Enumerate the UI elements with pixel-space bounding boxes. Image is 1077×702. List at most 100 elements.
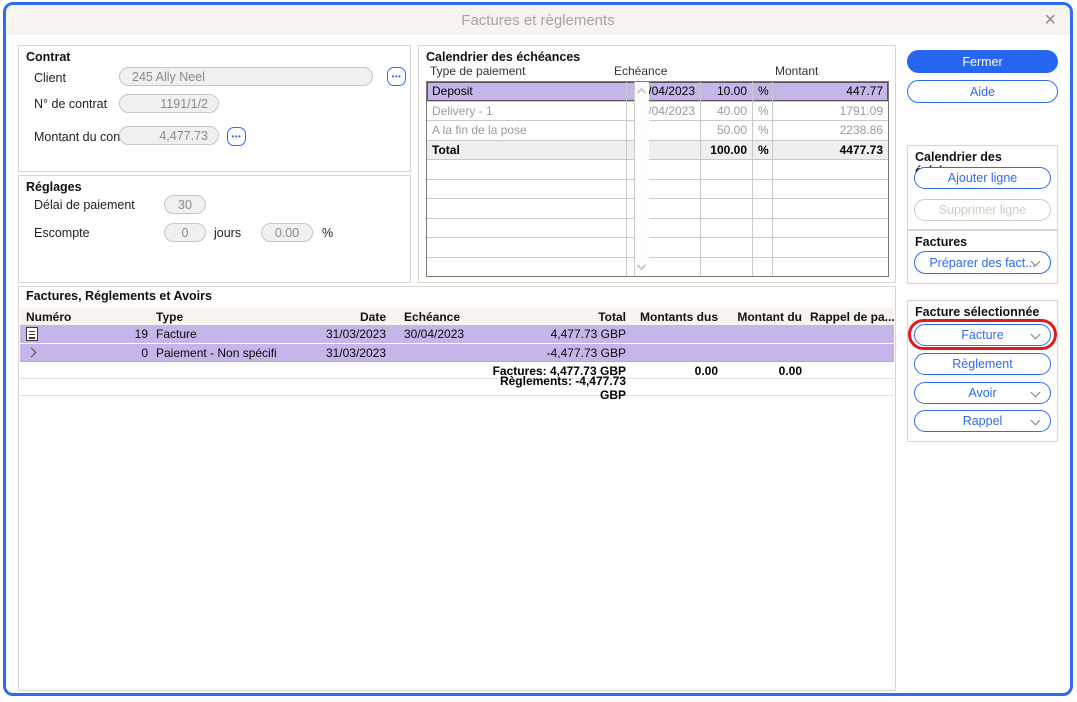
schedule-empty-row[interactable] <box>427 160 888 180</box>
cell-pct[interactable]: 10.00 <box>701 82 753 101</box>
discount-days-field[interactable]: 0 <box>164 223 206 242</box>
schedule-column-headers: Type de paiement Echéance Montant <box>426 64 888 79</box>
cell-type: Facture <box>148 327 276 341</box>
reglements-summary-total: Règlements: -4,477.73 GBP <box>486 374 626 402</box>
settings-section-title: Réglages <box>26 180 82 194</box>
selected-invoice-title: Facture sélectionnée <box>915 305 1039 319</box>
titlebar: Factures et règlements × <box>6 5 1070 35</box>
discount-pct-field[interactable]: 0.00 <box>261 223 313 242</box>
col-montants-dus: Montants dus <box>626 310 718 324</box>
facture-button[interactable]: Facture <box>914 324 1051 346</box>
chevron-down-icon <box>1031 416 1041 426</box>
invoices-header-row: Numéro Type Date Echéance Total Montants… <box>20 308 894 325</box>
fermer-button[interactable]: Fermer <box>907 50 1058 73</box>
invoice-row-facture[interactable]: 19 Facture 31/03/2023 30/04/2023 4,477.7… <box>20 325 894 343</box>
cell-pct[interactable]: 50.00 <box>701 121 753 140</box>
cell-sign: % <box>753 102 773 121</box>
cell-sign: % <box>753 82 773 101</box>
factures-summary-dus: 0.00 <box>626 364 718 378</box>
avoir-button[interactable]: Avoir <box>914 382 1051 404</box>
cell-numero: 19 <box>50 327 148 341</box>
dialog-title: Factures et règlements <box>461 12 614 29</box>
schedule-empty-row[interactable] <box>427 238 888 258</box>
ellipsis-icon: ••• <box>392 72 402 81</box>
cell-amount: 4477.73 <box>773 141 888 160</box>
col-numero: Numéro <box>26 310 148 324</box>
cell-amount[interactable]: 1791.09 <box>773 102 888 121</box>
cell-type[interactable]: Delivery - 1 <box>427 102 627 121</box>
ajouter-ligne-button[interactable]: Ajouter ligne <box>914 167 1051 189</box>
schedule-col-amount: Montant <box>775 64 818 78</box>
cell-pct[interactable]: 40.00 <box>701 102 753 121</box>
schedule-empty-row[interactable] <box>427 258 888 278</box>
close-icon[interactable]: × <box>1044 7 1056 33</box>
schedule-empty-row[interactable] <box>427 219 888 239</box>
contract-no-label: N° de contrat <box>34 97 107 111</box>
percent-label: % <box>322 226 333 240</box>
cell-type[interactable]: Deposit <box>427 82 627 101</box>
invoices-actions-title: Factures <box>915 235 967 249</box>
scroll-down-icon[interactable] <box>637 261 647 271</box>
col-echeance: Echéance <box>386 310 486 324</box>
invoice-row-paiement[interactable]: 0 Paiement - Non spécifié 31/03/2023 -4,… <box>20 344 894 362</box>
supprimer-ligne-button[interactable]: Supprimer ligne <box>914 199 1051 221</box>
client-label: Client <box>34 71 66 85</box>
cell-total: -4,477.73 GBP <box>486 346 626 360</box>
factures-et-reglements-dialog: Factures et règlements × Contrat Client … <box>3 2 1073 696</box>
client-field[interactable]: 245 Ally Neel <box>119 67 373 86</box>
aide-button[interactable]: Aide <box>907 80 1058 103</box>
schedule-section-title: Calendrier des échéances <box>426 50 580 64</box>
days-label: jours <box>214 226 241 240</box>
cell-sign: % <box>753 141 773 160</box>
cell-sign: % <box>753 121 773 140</box>
col-date: Date <box>276 310 386 324</box>
schedule-empty-row[interactable] <box>427 180 888 200</box>
factures-summary-du: 0.00 <box>718 364 802 378</box>
rappel-button[interactable]: Rappel <box>914 410 1051 432</box>
chevron-down-icon <box>1031 330 1041 340</box>
contract-amount-field[interactable]: 4,477.73 <box>119 126 219 145</box>
col-montant-du: Montant du <box>718 310 802 324</box>
chevron-right-icon <box>27 348 37 358</box>
cell-type: Paiement - Non spécifié <box>148 346 276 360</box>
cell-echeance: 30/04/2023 <box>386 327 486 341</box>
schedule-row-deposit[interactable]: Deposit 30/04/2023 10.00 % 447.77 <box>427 82 888 102</box>
reglement-button[interactable]: Règlement <box>914 353 1051 375</box>
invoices-groupbox: Factures, Réglements et Avoirs Numéro Ty… <box>18 286 896 691</box>
scroll-up-icon[interactable] <box>637 88 647 98</box>
payment-delay-field[interactable]: 30 <box>164 195 206 214</box>
cell-date: 31/03/2023 <box>276 346 386 360</box>
schedule-col-type: Type de paiement <box>430 64 525 78</box>
preparer-factures-button[interactable]: Préparer des fact... <box>914 251 1051 274</box>
invoice-document-icon <box>26 327 38 341</box>
cell-type[interactable]: A la fin de la pose <box>427 121 627 140</box>
reglements-summary-row: Règlements: -4,477.73 GBP <box>20 380 894 396</box>
amount-lookup-button[interactable]: ••• <box>227 127 246 146</box>
schedule-col-due: Echéance <box>614 64 667 78</box>
invoices-section-title: Factures, Réglements et Avoirs <box>26 289 212 303</box>
schedule-row-total: Total 100.00 % 4477.73 <box>427 141 888 161</box>
contract-amount-label: Montant du con... <box>34 130 131 144</box>
contract-no-field[interactable]: 1191/1/2 <box>119 94 219 113</box>
cell-date: 31/03/2023 <box>276 327 386 341</box>
payment-delay-label: Délai de paiement <box>34 198 135 212</box>
col-total: Total <box>486 310 626 324</box>
schedule-row-fin-pose[interactable]: A la fin de la pose 50.00 % 2238.86 <box>427 121 888 141</box>
schedule-scrollbar[interactable] <box>634 82 649 276</box>
schedule-row-delivery[interactable]: Delivery - 1 30/04/2023 40.00 % 1791.09 <box>427 102 888 122</box>
client-lookup-button[interactable]: ••• <box>387 67 406 86</box>
discount-label: Escompte <box>34 226 90 240</box>
cell-amount[interactable]: 2238.86 <box>773 121 888 140</box>
factures-summary-row: Factures: 4,477.73 GBP 0.00 0.00 <box>20 363 894 379</box>
cell-total: 4,477.73 GBP <box>486 327 626 341</box>
cell-type: Total <box>427 141 627 160</box>
ellipsis-icon: ••• <box>232 132 242 141</box>
cell-amount[interactable]: 447.77 <box>773 82 888 101</box>
contract-section-title: Contrat <box>26 50 70 64</box>
cell-pct: 100.00 <box>701 141 753 160</box>
col-type: Type <box>148 310 276 324</box>
schedule-empty-row[interactable] <box>427 199 888 219</box>
col-rappel: Rappel de pa... <box>802 310 894 324</box>
chevron-down-icon <box>1031 388 1041 398</box>
cell-numero: 0 <box>50 346 148 360</box>
